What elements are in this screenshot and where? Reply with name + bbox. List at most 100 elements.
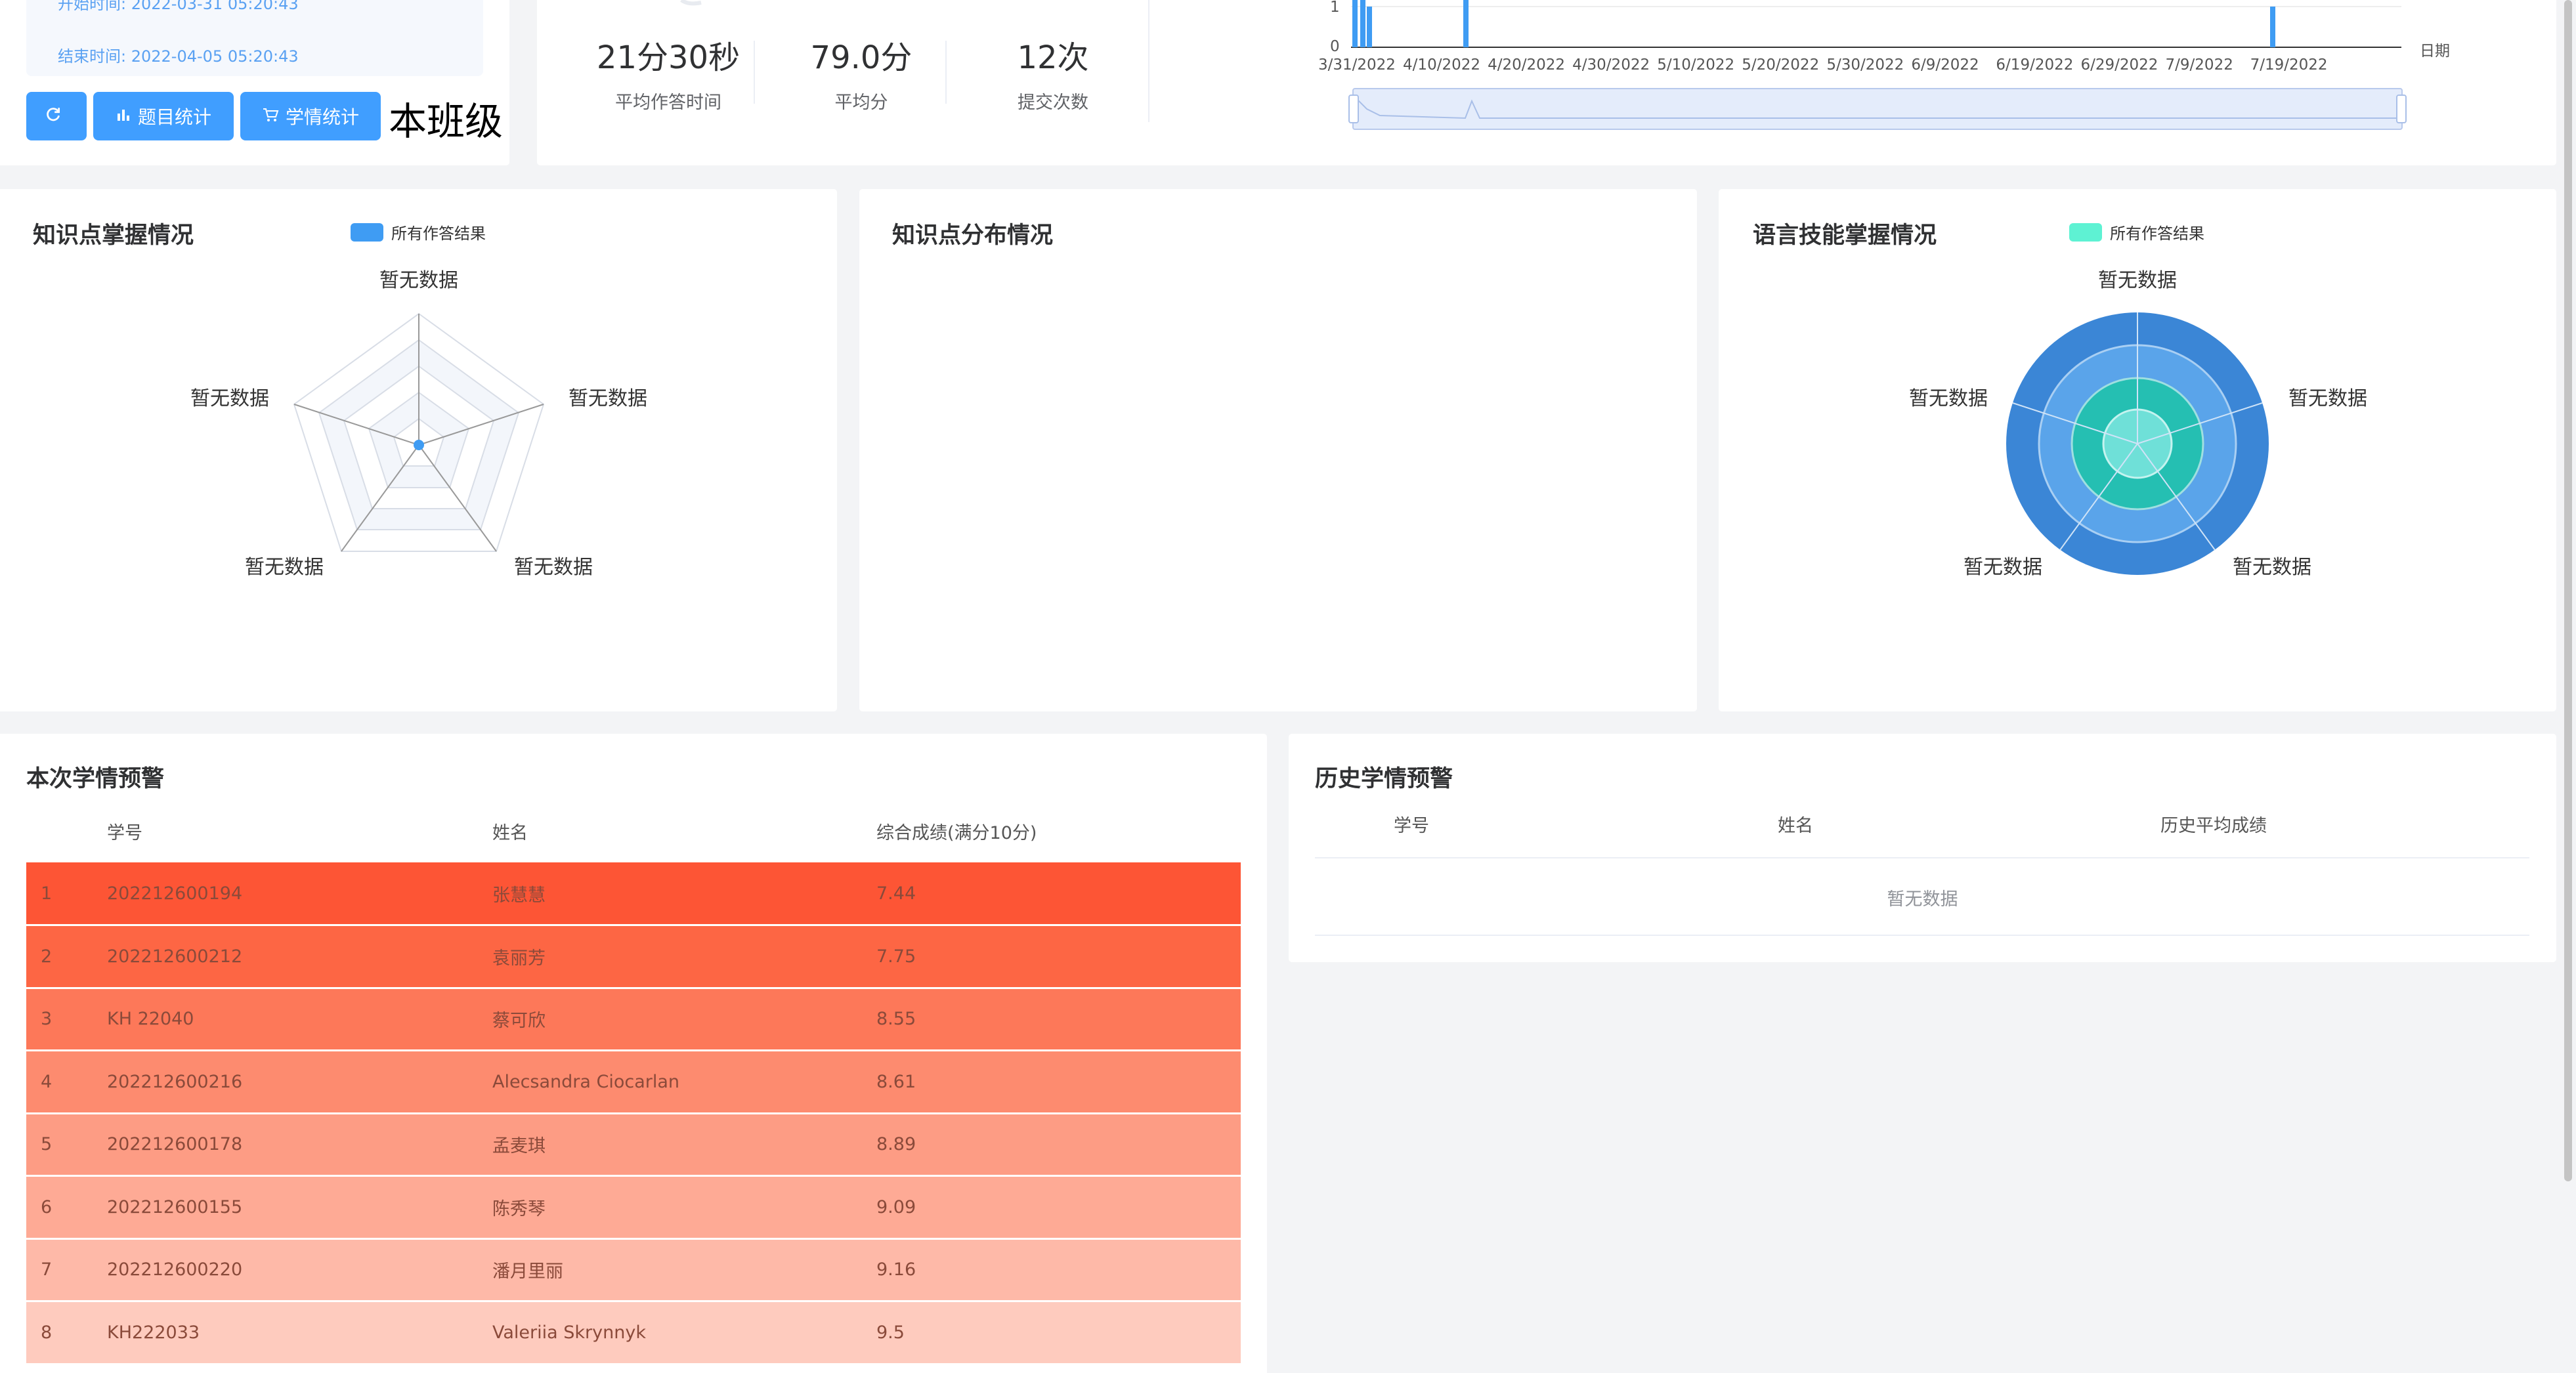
history-warning-card: 历史学情预警 学号 姓名 历史平均成绩 暂无数据	[1289, 734, 2556, 962]
table-divider	[1315, 935, 2529, 936]
column-header-name[interactable]: 姓名	[492, 799, 876, 862]
x-tick-label: 5/20/2022	[1742, 56, 1820, 74]
cell-index: 1	[41, 883, 53, 904]
table-row[interactable]: 4 202212600216 Alecsandra Ciocarlan 8.61	[26, 1050, 1241, 1113]
x-tick-label: 4/20/2022	[1488, 56, 1566, 74]
stat-label: 提交次数	[1018, 93, 1088, 113]
cart-icon	[262, 106, 286, 127]
table-row[interactable]: 3 KH 22040 蔡可欣 8.55	[26, 988, 1241, 1051]
cell-score: 9.5	[876, 1322, 905, 1343]
cell-score: 7.75	[876, 946, 916, 967]
radar-label: 暂无数据	[190, 387, 269, 410]
cell-name: Alecsandra Ciocarlan	[492, 1071, 680, 1092]
cell-score: 8.55	[876, 1009, 916, 1030]
radar-label: 暂无数据	[379, 269, 458, 292]
cell-score: 7.44	[876, 883, 916, 904]
table-row[interactable]: 5 202212600178 孟麦琪 8.89	[26, 1113, 1241, 1176]
stat-label: 平均分	[834, 93, 888, 113]
y-tick-0: 0	[1330, 38, 1340, 55]
table-row[interactable]: 2 202212600212 袁丽芳 7.75	[26, 925, 1241, 988]
stat-label: 平均作答时间	[615, 93, 721, 113]
x-tick-label: 4/30/2022	[1572, 56, 1650, 74]
timeline-bar	[1367, 7, 1372, 47]
learning-stats-label: 学情统计	[285, 106, 359, 128]
cell-name: Valeriia Skrynnyk	[492, 1322, 646, 1343]
refresh-button[interactable]	[26, 92, 87, 140]
x-tick-label: 6/9/2022	[1911, 56, 1979, 74]
x-tick-label: 5/10/2022	[1657, 56, 1735, 74]
y-tick-1: 1	[1330, 0, 1340, 16]
table-row[interactable]: 7 202212600220 潘月里丽 9.16	[26, 1238, 1241, 1301]
time-info-box: 开始时间: 2022-03-31 05:20:43 结束时间: 2022-04-…	[26, 0, 483, 76]
cell-score: 8.89	[876, 1134, 916, 1155]
stat-value: 12次	[1017, 39, 1089, 76]
cell-index: 4	[41, 1071, 53, 1092]
timeline-bar	[1360, 0, 1365, 47]
page-scrollbar[interactable]	[2564, 0, 2572, 1181]
cell-id: 202212600216	[107, 1071, 243, 1092]
start-time: 开始时间: 2022-03-31 05:20:43	[58, 0, 299, 13]
column-header-score[interactable]: 综合成绩(满分10分)	[876, 799, 1241, 862]
stat-divider	[754, 41, 755, 104]
stat-submissions: 12次 提交次数	[974, 32, 1132, 114]
zoom-handle-left[interactable]	[1348, 95, 1359, 123]
assignment-info-card: 开始时间: 2022-03-31 05:20:43 结束时间: 2022-04-…	[0, 0, 509, 165]
polar-label: 暂无数据	[1964, 556, 2042, 579]
polar-label: 暂无数据	[2233, 556, 2311, 579]
language-skill-card: 语言技能掌握情况 所有作答结果 暂无数据 暂无数据 暂无数据 暂无数据 暂无数据	[1719, 189, 2556, 711]
cell-id: KH 22040	[107, 1009, 194, 1030]
cell-score: 9.09	[876, 1196, 916, 1217]
table-header-row: 学号 姓名 综合成绩(满分10分)	[26, 799, 1241, 862]
cell-name: 袁丽芳	[492, 948, 546, 969]
cell-index: 2	[41, 946, 53, 967]
bar-chart-icon	[116, 106, 138, 127]
x-tick-label: 6/29/2022	[2080, 56, 2158, 74]
column-header-id[interactable]: 学号	[106, 799, 492, 862]
timeline-bar	[1352, 0, 1358, 47]
learning-stats-button[interactable]: 学情统计	[240, 92, 381, 140]
knowledge-mastery-card: 知识点掌握情况 所有作答结果 暂无数据 暂无数据 暂无数据 暂无数据 暂无数据	[0, 189, 837, 711]
x-tick-label: 5/30/2022	[1826, 56, 1904, 74]
cell-name: 蔡可欣	[492, 1011, 546, 1032]
cell-id: 202212600178	[107, 1134, 243, 1155]
timeline-chart	[1351, 0, 2401, 48]
zoom-handle-right[interactable]	[2396, 95, 2407, 123]
x-tick-label: 7/9/2022	[2165, 56, 2233, 74]
card-title: 历史学情预警	[1315, 766, 1453, 792]
cell-id: KH222033	[107, 1322, 200, 1343]
column-header-name[interactable]: 姓名	[1778, 811, 1813, 837]
radar-point[interactable]	[414, 440, 424, 450]
score-ring-fragment	[680, 0, 702, 6]
card-title: 本次学情预警	[26, 766, 165, 792]
column-header-history-avg[interactable]: 历史平均成绩	[2160, 811, 2267, 837]
knowledge-distribution-card: 知识点分布情况	[859, 189, 1697, 711]
stat-divider	[945, 41, 947, 104]
section-divider	[1148, 0, 1149, 122]
timeline-bar	[1463, 0, 1469, 47]
question-stats-button[interactable]: 题目统计	[93, 92, 234, 140]
radar-label: 暂无数据	[245, 556, 324, 579]
radar-label: 暂无数据	[514, 556, 593, 579]
polar-label: 暂无数据	[2288, 387, 2367, 410]
stat-avg-score: 79.0分 平均分	[796, 32, 927, 114]
table-row[interactable]: 6 202212600155 陈秀琴 9.09	[26, 1175, 1241, 1238]
cell-name: 潘月里丽	[492, 1261, 563, 1282]
x-tick-label: 3/31/2022	[1318, 56, 1396, 74]
cell-index: 8	[41, 1322, 53, 1343]
polar-label: 暂无数据	[1909, 387, 1988, 410]
cell-index: 7	[41, 1259, 53, 1280]
table-row[interactable]: 8 KH222033 Valeriia Skrynnyk 9.5	[26, 1301, 1241, 1364]
current-warning-card: 本次学情预警 学号 姓名 综合成绩(满分10分) 1 202212600194 张慧…	[0, 734, 1267, 1373]
polar-label: 暂无数据	[2098, 269, 2177, 292]
table-divider	[1315, 857, 2529, 858]
x-tick-label: 6/19/2022	[1996, 56, 2074, 74]
timeline-bar	[2270, 7, 2275, 47]
x-axis-ticks: 3/31/2022 4/10/2022 4/20/2022 4/30/2022 5/10…	[1318, 56, 2434, 76]
table-row[interactable]: 1 202212600194 张慧慧 7.44	[26, 862, 1241, 925]
zoom-slider[interactable]	[1348, 88, 2407, 130]
cell-score: 8.61	[876, 1071, 916, 1092]
cell-index: 3	[41, 1009, 53, 1030]
cell-id: 202212600155	[107, 1196, 243, 1217]
column-header-id[interactable]: 学号	[1394, 811, 1429, 837]
card-title: 知识点分布情况	[892, 222, 1054, 249]
